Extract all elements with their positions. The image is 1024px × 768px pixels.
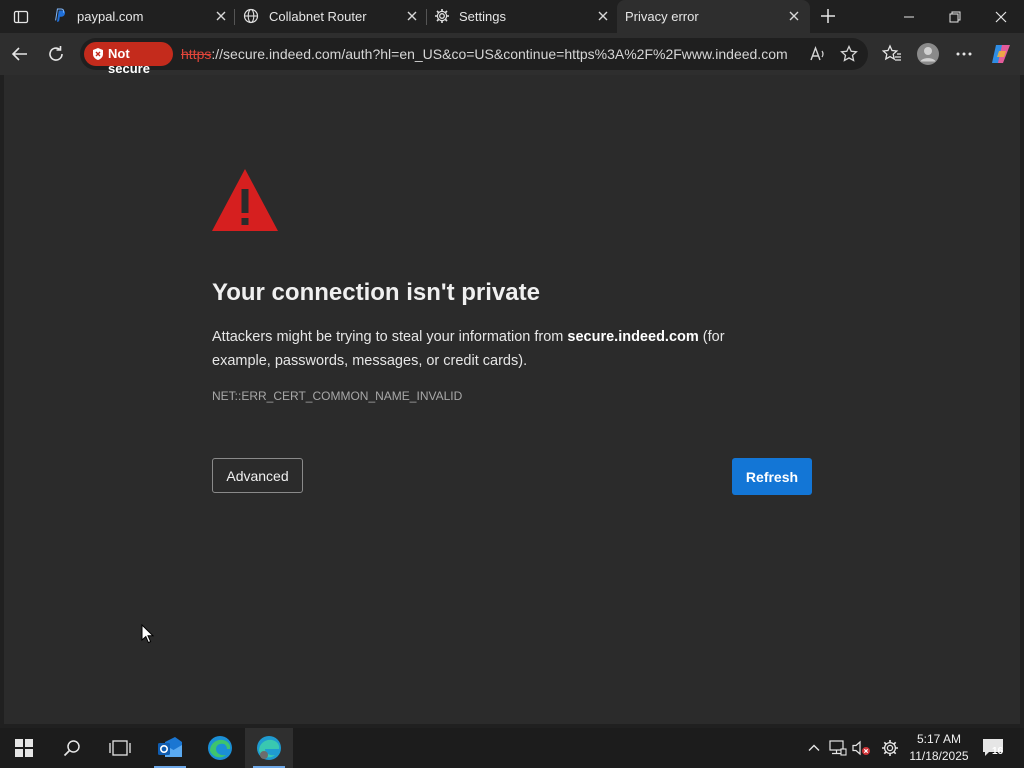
privacy-error-page: Your connection isn't private Attackers … [4,75,1020,724]
tab-collabnet-router[interactable]: Collabnet Router [235,0,426,33]
url-path: ://secure.indeed.com/auth?hl=en_US&co=US… [211,46,788,62]
back-button[interactable] [8,42,32,66]
copilot-icon [992,45,1010,63]
taskbar-edge-active[interactable] [245,728,293,768]
notification-count: 16 [992,746,1004,757]
settings-tray-button[interactable] [880,738,900,758]
gear-icon [435,9,449,23]
task-view-icon [109,740,131,756]
site-host: secure.indeed.com [567,329,699,345]
profile-button[interactable] [916,42,940,66]
error-code: NET::ERR_CERT_COMMON_NAME_INVALID [212,389,463,403]
start-button[interactable] [0,728,48,768]
edge-icon [208,736,232,760]
more-options-button[interactable] [952,42,976,66]
tab-settings[interactable]: Settings [427,0,617,33]
advanced-button[interactable]: Advanced [212,458,303,493]
minimize-icon [904,16,914,17]
tab-actions-icon [13,10,29,23]
taskbar-clock[interactable]: 5:17 AM 11/18/2025 [900,731,978,765]
paypal-favicon-icon [55,8,66,22]
description-text: Attackers might be trying to steal your … [212,329,568,345]
globe-icon [243,8,259,24]
refresh-button[interactable]: Refresh [732,458,812,495]
edge-beta-icon [257,736,281,760]
url-scheme: https [181,46,212,62]
minimize-button[interactable] [886,0,932,33]
page-title: Your connection isn't private [212,279,540,306]
close-tab-icon[interactable] [405,9,419,23]
tab-title: Privacy error [625,9,699,24]
tab-title: paypal.com [77,9,144,24]
browser-toolbar: Not secure https://secure.indeed.com/aut… [0,33,1024,76]
reload-icon [49,46,63,61]
close-tab-icon[interactable] [214,9,228,23]
search-button[interactable] [48,728,96,768]
network-icon [829,740,847,756]
url-text[interactable]: https://secure.indeed.com/auth?hl=en_US&… [181,46,788,62]
not-secure-badge[interactable]: Not secure [84,42,173,76]
search-icon [63,740,80,757]
copilot-button[interactable] [989,42,1013,66]
tab-paypal[interactable]: paypal.com [44,0,234,33]
clock-date: 11/18/2025 [909,749,969,763]
favorite-star-icon[interactable] [840,45,858,63]
back-arrow-icon [11,47,27,61]
more-dots-icon [956,52,972,56]
windows-logo-icon [15,739,33,757]
task-view-button[interactable] [96,728,144,768]
avatar-icon [917,43,939,65]
tab-title: Settings [459,9,506,24]
not-secure-label: Not secure [108,46,150,76]
address-bar[interactable]: Not secure https://secure.indeed.com/aut… [80,38,868,76]
volume-button[interactable] [852,738,872,758]
taskbar-outlook[interactable] [146,728,194,768]
tab-privacy-error[interactable]: Privacy error [617,0,810,33]
show-hidden-icons-button[interactable] [804,738,824,758]
tab-actions-button[interactable] [0,0,42,33]
warning-triangle-icon [212,169,278,231]
favorites-icon [882,44,901,61]
error-description: Attackers might be trying to steal your … [212,325,782,373]
gear-icon [882,740,898,756]
close-icon [995,11,1007,22]
new-tab-icon[interactable] [818,6,838,26]
close-window-button[interactable] [978,0,1024,33]
tab-strip: paypal.com Collabnet Router Settings Pri… [0,0,1024,33]
shield-warning-icon [93,48,103,60]
close-tab-icon[interactable] [596,9,610,23]
restore-icon [949,11,961,22]
outlook-icon [158,737,182,757]
tab-title: Collabnet Router [269,9,367,24]
windows-taskbar: 5:17 AM 11/18/2025 16 [0,728,1024,768]
clock-time: 5:17 AM [916,732,962,746]
close-tab-icon[interactable] [787,9,801,23]
volume-muted-icon [852,740,870,756]
reload-button[interactable] [44,42,68,66]
network-button[interactable] [828,738,848,758]
favorites-button[interactable] [880,42,904,66]
restore-button[interactable] [932,0,978,33]
chevron-up-icon [808,744,820,751]
mouse-cursor-icon [141,624,155,644]
taskbar-edge[interactable] [196,728,244,768]
read-aloud-icon[interactable] [809,45,827,63]
